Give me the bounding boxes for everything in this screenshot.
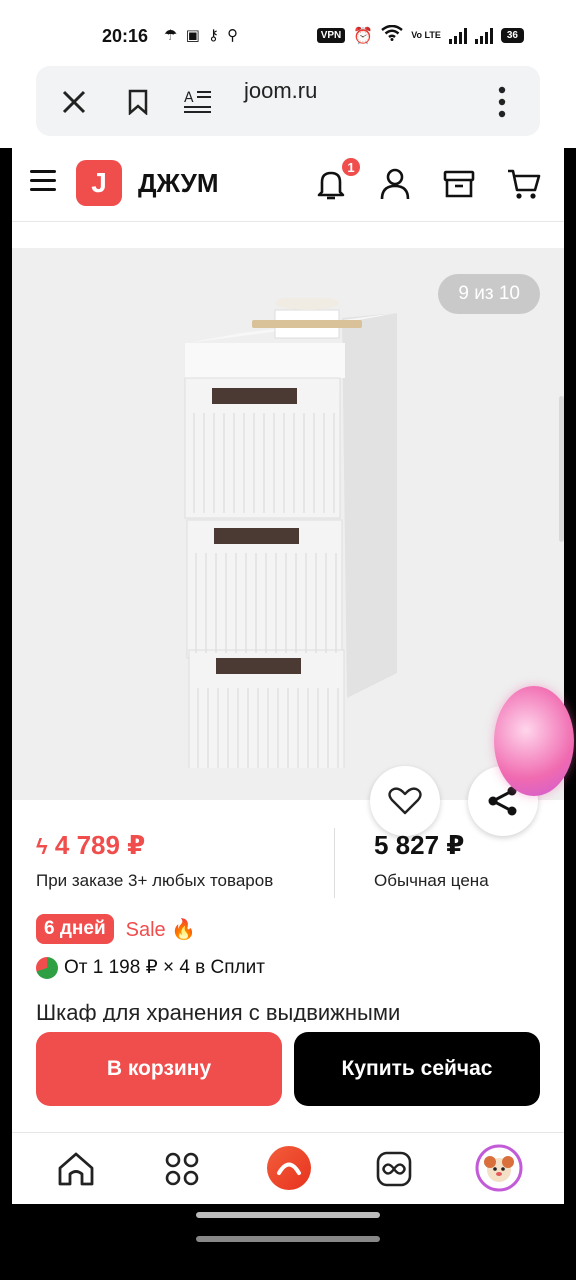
product-gallery[interactable]: 9 из 10 bbox=[12, 248, 564, 800]
image-counter: 9 из 10 bbox=[438, 274, 540, 314]
close-icon[interactable] bbox=[54, 82, 94, 122]
notification-badge: 1 bbox=[340, 156, 362, 178]
share-icon bbox=[488, 786, 517, 816]
signal-bars-1-icon bbox=[448, 27, 467, 44]
avatar[interactable] bbox=[474, 1143, 524, 1193]
split-text: От 1 198 ₽ × 4 в Сплит bbox=[64, 957, 265, 978]
lightning-icon: ϟ bbox=[36, 834, 48, 859]
sale-price-value: 4 789 ₽ bbox=[54, 830, 146, 860]
floating-promo-bubble[interactable] bbox=[494, 686, 574, 796]
alarm-icon: ⏰ bbox=[353, 27, 374, 45]
status-right: VPN ⏰ Vo LTE 36 bbox=[316, 24, 524, 46]
alice-assistant-icon[interactable] bbox=[264, 1143, 314, 1193]
key-icon: ⚷ bbox=[207, 27, 221, 44]
menu-icon[interactable] bbox=[30, 170, 56, 197]
profile-icon[interactable] bbox=[378, 166, 414, 202]
web-page: J ДЖУМ 1 9 из 10 ϟ 4 789 ₽ При заказе 3+… bbox=[12, 148, 564, 1132]
umbrella-icon: ☂ bbox=[164, 27, 180, 44]
favorite-button[interactable] bbox=[370, 766, 440, 836]
phone-screen: 20:16 ☂ ▣ ⚷ ⚲ VPN ⏰ Vo LTE 36 A joom.ru … bbox=[0, 0, 576, 1280]
regular-price-note: Обычная цена bbox=[374, 871, 489, 890]
volte-label: Vo LTE bbox=[411, 30, 441, 40]
address-bar: A joom.ru bbox=[36, 66, 540, 136]
home-icon[interactable] bbox=[54, 1147, 98, 1191]
buy-now-button[interactable]: Купить сейчас bbox=[294, 1032, 540, 1106]
sale-price-block: ϟ 4 789 ₽ При заказе 3+ любых товаров bbox=[36, 830, 273, 891]
sale-price: ϟ 4 789 ₽ bbox=[36, 830, 273, 861]
search-icon: ⚲ bbox=[227, 27, 241, 44]
sale-label: Sale 🔥 bbox=[125, 918, 197, 941]
status-left-icons: ☂ ▣ ⚷ ⚲ bbox=[164, 26, 240, 44]
browser-toolbar: A joom.ru bbox=[0, 66, 576, 148]
regular-price-block: 5 827 ₽ Обычная цена bbox=[374, 830, 489, 891]
wifi-icon bbox=[381, 24, 403, 46]
status-time: 20:16 bbox=[102, 26, 149, 46]
brand-name[interactable]: ДЖУМ bbox=[138, 168, 219, 199]
add-to-cart-button[interactable]: В корзину bbox=[36, 1032, 282, 1106]
logo-icon[interactable]: J bbox=[76, 160, 122, 206]
catalog-icon[interactable] bbox=[160, 1147, 204, 1191]
site-header: J ДЖУМ 1 bbox=[12, 148, 564, 222]
translate-icon[interactable]: A bbox=[178, 82, 218, 122]
do-not-disturb-icon: ▣ bbox=[185, 27, 202, 44]
days-left-badge: 6 дней bbox=[36, 914, 114, 944]
split-payment-info[interactable]: От 1 198 ₽ × 4 в Сплит bbox=[36, 956, 265, 979]
sale-price-note: При заказе 3+ любых товаров bbox=[36, 871, 274, 890]
bottom-navigation bbox=[12, 1132, 564, 1204]
product-title: Шкаф для хранения с выдвижными bbox=[36, 1000, 401, 1022]
split-icon bbox=[36, 956, 58, 979]
price-divider bbox=[334, 828, 335, 898]
status-bar: 20:16 ☂ ▣ ⚷ ⚲ VPN ⏰ Vo LTE 36 bbox=[0, 0, 576, 72]
gesture-bar bbox=[196, 1212, 380, 1218]
bookmark-icon[interactable] bbox=[118, 82, 158, 122]
heart-icon bbox=[388, 787, 422, 815]
orders-box-icon[interactable] bbox=[442, 166, 478, 202]
signal-bars-2-icon bbox=[474, 27, 493, 44]
gesture-bar-secondary bbox=[196, 1236, 380, 1242]
svg-text:A: A bbox=[184, 90, 194, 106]
subscription-icon[interactable] bbox=[372, 1147, 416, 1191]
promo-row: 6 дней Sale 🔥 bbox=[36, 914, 196, 944]
more-icon[interactable] bbox=[482, 82, 522, 122]
vpn-badge: VPN bbox=[316, 28, 346, 43]
battery-icon: 36 bbox=[500, 28, 524, 43]
url-text[interactable]: joom.ru bbox=[244, 78, 317, 104]
scrollbar[interactable] bbox=[559, 396, 564, 542]
cart-icon[interactable] bbox=[506, 166, 542, 202]
regular-price: 5 827 ₽ bbox=[374, 830, 465, 860]
product-image bbox=[184, 298, 397, 768]
